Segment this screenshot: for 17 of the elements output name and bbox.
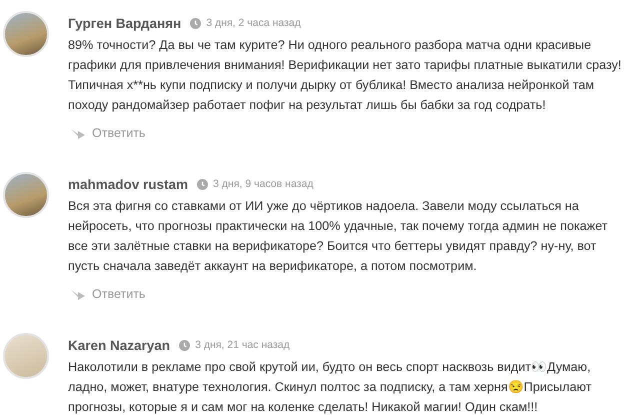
avatar-photo-placeholder xyxy=(3,333,49,379)
clock-icon xyxy=(197,178,208,190)
author-name: mahmadov rustam xyxy=(68,176,188,192)
clock-icon xyxy=(179,340,190,350)
comment-time: 3 дня, 21 час назад xyxy=(195,339,290,351)
comment-text: Вся эта фигня со ставками от ИИ уже до чёртиков надоела. Завели моду ссылаться на нейросеть, что прогнозы практически на 100% удачные, так почему тогда админ не покажет все эти залётные ставки на верификаторе? Боится что беттеры увидят правду? ну-ну, вот пусть сначала заведёт аккаунт на верификаторе, а потом посмотрим. xyxy=(68,198,609,275)
reply-link[interactable]: Ответить xyxy=(70,287,146,301)
clock-icon xyxy=(190,18,202,28)
reply-link[interactable]: Ответить xyxy=(70,126,146,140)
comment-time: 3 дня, 9 часов назад xyxy=(213,178,314,190)
avatar-photo-placeholder xyxy=(3,11,49,57)
comment-time: 3 дня, 2 часа назад xyxy=(206,17,301,29)
avatar-photo-placeholder xyxy=(3,172,49,218)
author-name: Гурген Варданян xyxy=(68,16,182,30)
comment-text: 89% точности? Да вы че там курите? Ни одного реального разбора матча одни красивые графики для привлечения внимания! Верификации нет зато тарифы платные выкатили сразу! Типичная х**нь купи подписку и получи дырку от бублика! Вместо анализа нейронкой там походу рандомайзер работает пофиг на результат лишь бы бабки за год содрать! xyxy=(68,37,622,114)
comment-text: Наколотили в рекламе про свой крутой ии, будто он весь спорт насквозь видит👀Думаю, ладно, может, внатуре технология. Скинул полтос за подписку, а там херня😒Присылают прогнозы, которые я и сам мог на коленке сделать! Никакой магии! Один скам!!! xyxy=(68,359,593,415)
author-name: Karen Nazaryan xyxy=(68,338,170,352)
